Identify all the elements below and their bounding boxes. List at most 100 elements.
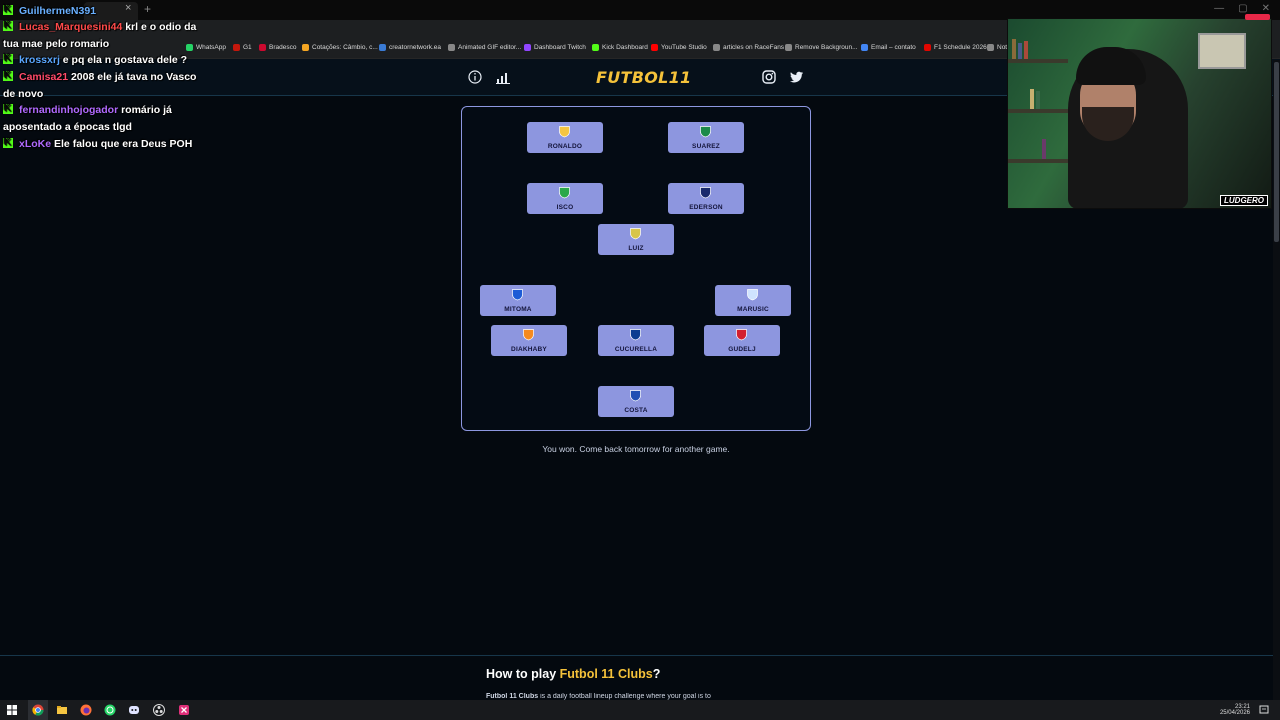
chat-message: aposentado a épocas tlgd bbox=[3, 119, 132, 135]
bookmark-item[interactable]: articles on RaceFans bbox=[713, 44, 784, 51]
bookmark-item[interactable]: WhatsApp bbox=[186, 44, 226, 51]
chat-username: GuilhermeN391 bbox=[19, 5, 97, 17]
stats-icon[interactable] bbox=[496, 70, 510, 84]
bookmark-item[interactable]: Not bbox=[987, 44, 1007, 51]
bookmark-favicon-icon bbox=[233, 44, 240, 51]
bookmark-item[interactable]: Bradesco bbox=[259, 44, 296, 51]
player-name: COSTA bbox=[624, 407, 648, 414]
bookmark-item[interactable]: F1 Schedule 2026 bbox=[924, 44, 987, 51]
player-name: DIAKHABY bbox=[511, 346, 547, 353]
chat-text: 2008 ele já tava no Vasco bbox=[70, 71, 197, 83]
betis-badge-icon bbox=[559, 187, 570, 199]
bookmark-label: Dashboard Twitch bbox=[534, 44, 586, 51]
player-card[interactable]: ISCO bbox=[527, 183, 603, 214]
howto-heading: How to play Futbol 11 Clubs? bbox=[486, 667, 660, 681]
chat-text: e pq ela n gostava dele ? bbox=[62, 54, 188, 66]
bookmark-favicon-icon bbox=[861, 44, 868, 51]
kick-badge-icon bbox=[3, 135, 13, 151]
bookmark-label: WhatsApp bbox=[196, 44, 226, 51]
bookmark-favicon-icon bbox=[987, 44, 994, 51]
red-accent-bar bbox=[1245, 14, 1270, 20]
webcam-shelf bbox=[1008, 109, 1068, 113]
chat-text: aposentado a épocas tlgd bbox=[3, 121, 132, 133]
bookmark-label: Bradesco bbox=[269, 44, 297, 51]
valencia-badge-icon bbox=[523, 329, 534, 341]
bookmark-label: F1 Schedule 2026 bbox=[934, 44, 987, 51]
player-card[interactable]: EDERSON bbox=[668, 183, 744, 214]
howto-title-highlight: Futbol 11 Clubs bbox=[559, 667, 653, 681]
app-pink-icon[interactable] bbox=[178, 704, 190, 716]
player-card[interactable]: MITOMA bbox=[480, 285, 556, 316]
scrollbar-thumb[interactable] bbox=[1274, 62, 1279, 242]
chat-text: de novo bbox=[3, 88, 44, 100]
bookmark-favicon-icon bbox=[448, 44, 455, 51]
chat-message: tua mae pelo romario bbox=[3, 36, 109, 52]
bookmark-label: Cotações: Câmbio, c... bbox=[312, 44, 378, 51]
chat-message: GuilhermeN391 bbox=[3, 2, 97, 19]
sporting-badge-icon bbox=[700, 126, 711, 138]
bookmark-item[interactable]: Remove Backgroun... bbox=[785, 44, 858, 51]
close-window-icon[interactable]: ✕ bbox=[1262, 3, 1270, 14]
webcam-overlay: LUDGERO bbox=[1007, 18, 1272, 209]
player-name: MITOMA bbox=[504, 306, 532, 313]
player-card[interactable]: GUDELJ bbox=[704, 325, 780, 356]
windows-start-icon[interactable] bbox=[6, 704, 18, 716]
player-name: GUDELJ bbox=[728, 346, 756, 353]
bookmark-item[interactable]: Animated GIF editor... bbox=[448, 44, 521, 51]
player-card[interactable]: CUCURELLA bbox=[598, 325, 674, 356]
player-card[interactable]: MARUSIC bbox=[715, 285, 791, 316]
section-divider bbox=[0, 655, 1280, 656]
bookmark-item[interactable]: Kick Dashboard bbox=[592, 44, 648, 51]
bookmark-item[interactable]: Email – contato bbox=[861, 44, 916, 51]
chat-text: krl e o odio da bbox=[125, 21, 197, 33]
player-card[interactable]: RONALDO bbox=[527, 122, 603, 153]
discord-icon[interactable] bbox=[128, 704, 140, 716]
file-explorer-icon[interactable] bbox=[56, 704, 68, 716]
whatsapp-icon[interactable] bbox=[104, 704, 116, 716]
player-card[interactable]: LUIZ bbox=[598, 224, 674, 255]
chat-message: fernandinhojogador romário já bbox=[3, 101, 172, 118]
bookmark-item[interactable]: Cotações: Câmbio, c... bbox=[302, 44, 378, 51]
bookmark-favicon-icon bbox=[186, 44, 193, 51]
chat-username: Lucas_Marquesini44 bbox=[19, 21, 123, 33]
site-logo[interactable]: FUTBOL11 bbox=[596, 68, 692, 87]
result-message: You won. Come back tomorrow for another … bbox=[542, 444, 730, 454]
player-card[interactable]: DIAKHABY bbox=[491, 325, 567, 356]
webcam-book bbox=[1030, 89, 1034, 109]
chat-message: Camisa21 2008 ele já tava no Vasco bbox=[3, 68, 197, 85]
bookmark-label: creatornetwork.ea bbox=[389, 44, 442, 51]
chat-username: Camisa21 bbox=[19, 71, 69, 83]
notifications-icon[interactable] bbox=[1258, 704, 1270, 716]
chrome-icon[interactable] bbox=[32, 704, 44, 716]
atalanta-badge-icon bbox=[700, 187, 711, 199]
player-card[interactable]: COSTA bbox=[598, 386, 674, 417]
kick-badge-icon bbox=[3, 68, 13, 84]
chat-username: krossxrj bbox=[19, 54, 60, 66]
chat-message: de novo bbox=[3, 86, 43, 102]
player-card[interactable]: SUAREZ bbox=[668, 122, 744, 153]
bookmark-item[interactable]: YouTube Studio bbox=[651, 44, 707, 51]
new-tab-icon[interactable]: + bbox=[144, 2, 151, 16]
minimize-icon[interactable]: — bbox=[1214, 3, 1224, 14]
bookmark-item[interactable]: Dashboard Twitch bbox=[524, 44, 586, 51]
obs-icon[interactable] bbox=[153, 704, 165, 716]
webcam-monitor bbox=[1198, 33, 1246, 69]
maximize-icon[interactable]: ▢ bbox=[1238, 3, 1247, 14]
chat-message: krossxrj e pq ela n gostava dele ? bbox=[3, 51, 188, 68]
bookmark-favicon-icon bbox=[259, 44, 266, 51]
taskbar: 23:21 25/04/2026 bbox=[0, 700, 1280, 720]
kick-badge-icon bbox=[3, 2, 13, 18]
player-name: EDERSON bbox=[689, 204, 723, 211]
twitter-icon[interactable] bbox=[790, 70, 804, 84]
tab-close-icon[interactable]: × bbox=[125, 2, 131, 14]
bookmark-item[interactable]: creatornetwork.ea bbox=[379, 44, 441, 51]
instagram-icon[interactable] bbox=[762, 70, 776, 84]
bookmark-item[interactable]: G1 bbox=[233, 44, 252, 51]
system-clock[interactable]: 23:21 25/04/2026 bbox=[1220, 704, 1250, 716]
webcam-book bbox=[1042, 139, 1046, 159]
bookmark-favicon-icon bbox=[379, 44, 386, 51]
aston-villa-badge-icon bbox=[630, 228, 641, 240]
info-icon[interactable] bbox=[468, 70, 482, 84]
bookmark-label: Animated GIF editor... bbox=[458, 44, 522, 51]
firefox-icon[interactable] bbox=[80, 704, 92, 716]
